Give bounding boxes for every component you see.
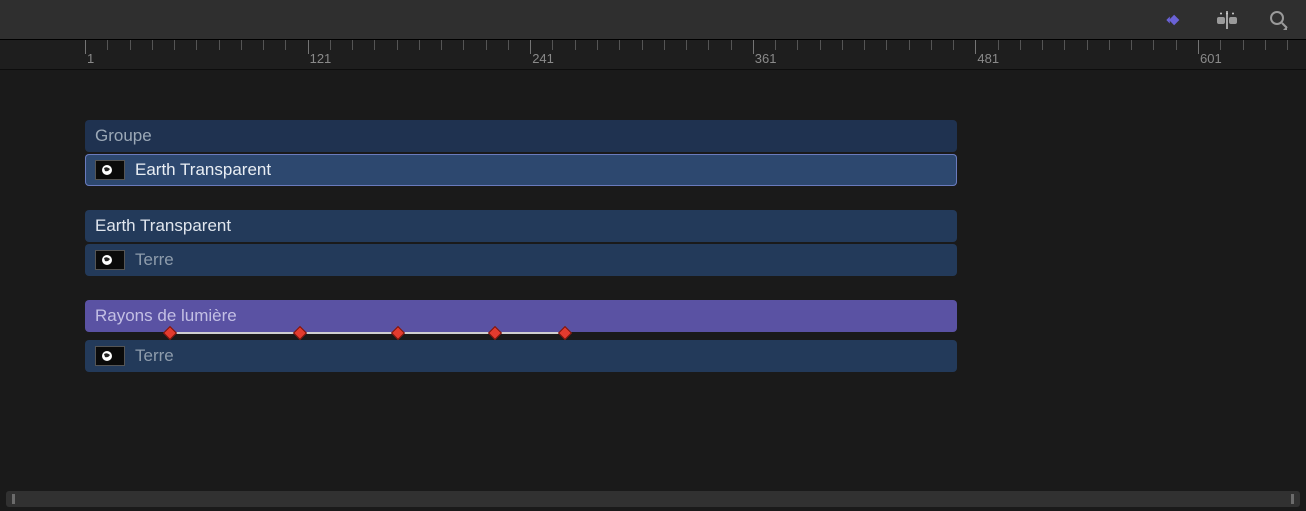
ruler-label: 601 [1200, 51, 1222, 66]
ruler-label: 1 [87, 51, 94, 66]
group-header-label: Groupe [95, 126, 152, 146]
scrollbar-handle-right[interactable] [1291, 494, 1294, 504]
effect-header-clip[interactable]: Rayons de lumière [85, 300, 957, 332]
layer-header-label: Earth Transparent [95, 216, 231, 236]
group-body-label: Earth Transparent [135, 160, 271, 180]
effect-body-label: Terre [135, 346, 174, 366]
group-header-clip[interactable]: Groupe [85, 120, 957, 152]
earth-thumb-icon [95, 160, 125, 180]
ruler-label: 241 [532, 51, 554, 66]
ruler-label: 121 [310, 51, 332, 66]
ruler-label: 361 [755, 51, 777, 66]
layer-header-clip[interactable]: Earth Transparent [85, 210, 957, 242]
scrollbar-handle-left[interactable] [12, 494, 15, 504]
zoom-button[interactable] [1266, 7, 1292, 33]
timeline-toolbar [0, 0, 1306, 40]
timeline-ruler[interactable]: 1 121 241 361 481 601 [0, 40, 1306, 70]
group-body-clip[interactable]: Earth Transparent [85, 154, 957, 186]
track-effect-lightrays: Rayons de lumière Terre [85, 300, 1306, 372]
horizontal-scrollbar[interactable] [6, 491, 1300, 507]
track-layer-earth: Earth Transparent Terre [85, 210, 1306, 276]
effect-body-clip[interactable]: Terre [85, 340, 957, 372]
effect-header-label: Rayons de lumière [95, 306, 237, 326]
track-group: Groupe Earth Transparent [85, 120, 1306, 186]
layer-body-clip[interactable]: Terre [85, 244, 957, 276]
snapping-button[interactable] [1214, 7, 1240, 33]
earth-thumb-icon [95, 346, 125, 366]
earth-thumb-icon [95, 250, 125, 270]
timeline-tracks-area: Groupe Earth Transparent Earth Transpare… [0, 70, 1306, 470]
keyframe-nav-button[interactable] [1162, 7, 1188, 33]
ruler-label: 481 [977, 51, 999, 66]
layer-body-label: Terre [135, 250, 174, 270]
